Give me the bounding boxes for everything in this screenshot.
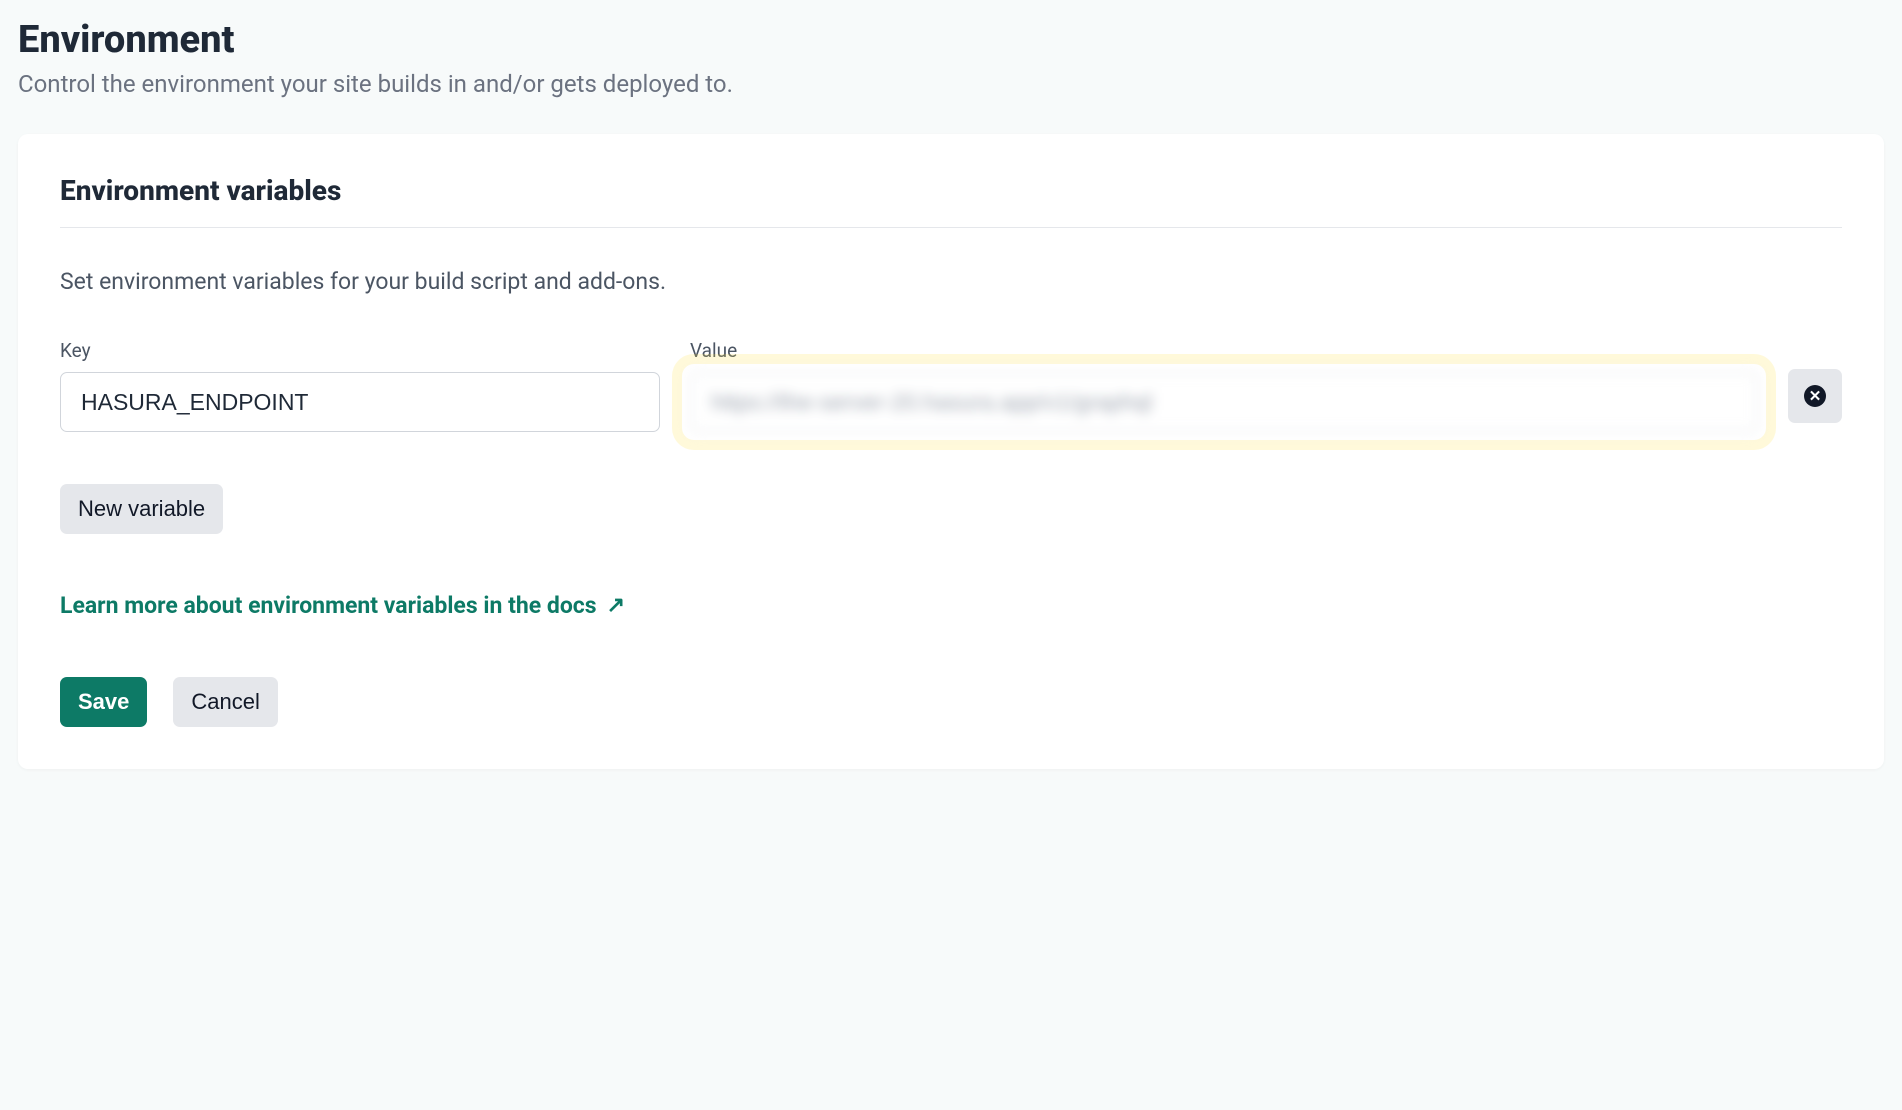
variable-row: Key Value ✕ [60, 339, 1842, 432]
value-label: Value [690, 339, 1758, 362]
close-icon: ✕ [1804, 385, 1826, 407]
page-subtitle: Control the environment your site builds… [18, 70, 1884, 98]
page-title: Environment [18, 18, 1884, 62]
key-label: Key [60, 339, 660, 362]
save-button[interactable]: Save [60, 677, 147, 727]
delete-variable-button[interactable]: ✕ [1788, 369, 1842, 423]
key-input[interactable] [60, 372, 660, 432]
card-title: Environment variables [60, 174, 1842, 207]
cancel-button[interactable]: Cancel [173, 677, 277, 727]
external-link-icon: ↗ [607, 593, 625, 618]
new-variable-button[interactable]: New variable [60, 484, 223, 534]
divider [60, 227, 1842, 228]
environment-variables-card: Environment variables Set environment va… [18, 134, 1884, 769]
value-input[interactable] [690, 372, 1758, 432]
card-description: Set environment variables for your build… [60, 268, 1842, 295]
docs-link[interactable]: Learn more about environment variables i… [60, 592, 597, 619]
